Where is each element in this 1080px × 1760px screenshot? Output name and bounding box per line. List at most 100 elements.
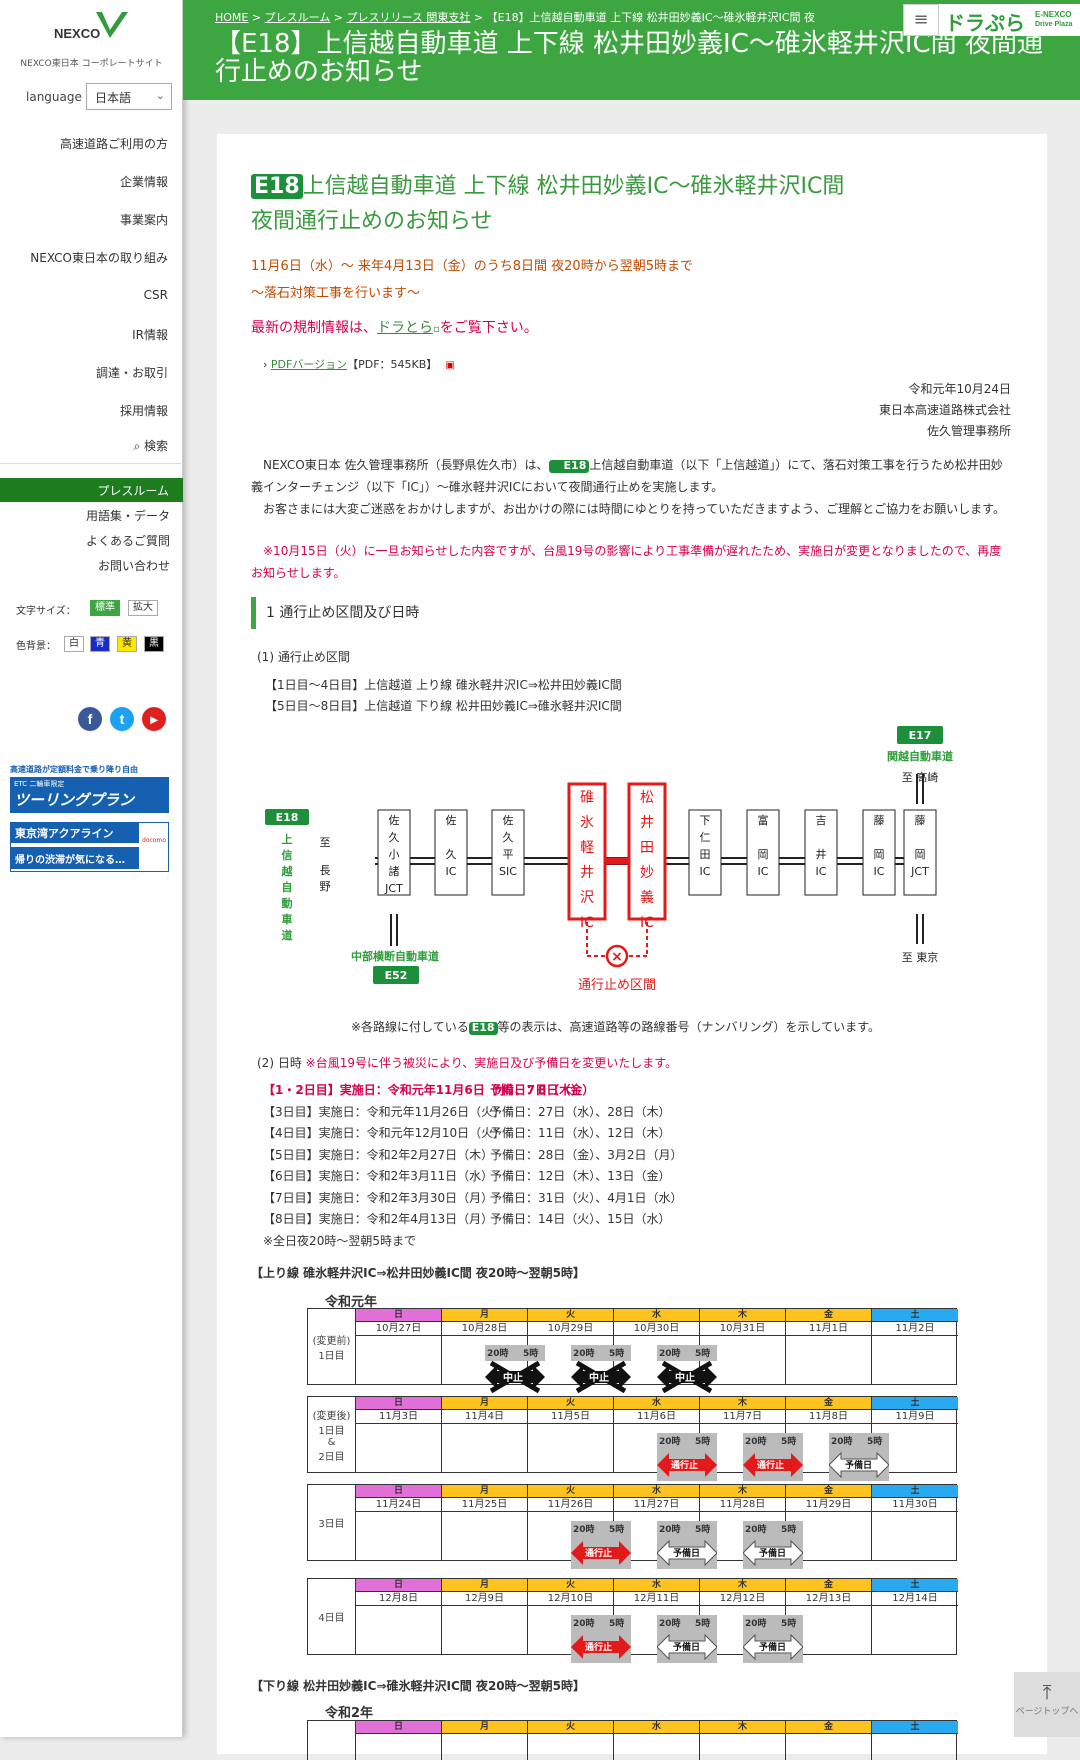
sidebar-nav-item[interactable]: IR情報 [132,326,168,343]
breadcrumb-home[interactable]: HOME [215,11,248,24]
search-icon: ⌕ [133,439,144,453]
pdf-link[interactable]: PDFバージョン [271,358,347,371]
bg-blue-button[interactable]: 青 [90,636,110,652]
schedule-change-note: ※台風19号に伴う被災により、実施日及び予備日を変更いたします。 [305,1056,678,1070]
cancel-label: 中止 [675,1373,695,1384]
pdf-line: › PDFバージョン【PDF：545KB】 ▣ [263,356,455,372]
latest-info-text: 最新の規制情報は、 [251,320,377,336]
nav-pressroom[interactable]: プレスルーム [0,478,183,502]
weekday-header: 金 [786,1485,871,1498]
route-badge: E18 [251,174,303,200]
font-size-large-button[interactable]: 拡大 [128,600,158,616]
weekday-header: 日 [356,1485,441,1498]
weekday-header: 木 [700,1579,785,1592]
page-title: 【E18】上信越自動車道 上下線 松井田妙義IC～碓氷軽井沢IC間 夜間通行止め… [215,29,1043,87]
map-note: ※各路線に付している E18 等の表示は、高速道路等の路線番号（ナンバリング）を示し… [351,1018,880,1035]
date-range: 11月6日（水）～ 来年4月13日（金）のうち8日間 夜20時から翌朝5時まで [251,259,693,274]
sidebar-nav-item[interactable]: 高速道路ご利用の方 [60,135,168,152]
breadcrumb-press-kanto[interactable]: プレスリリース 関東支社 [346,11,470,24]
ic-label: 下 [700,814,711,827]
article-title-line2: 夜間通行止めのお知らせ [251,209,493,234]
time-start: 20時 [659,1619,681,1629]
sidebar-nav-item[interactable]: 事業案内 [120,211,168,228]
calendar-day: 月 [442,1721,528,1760]
drapla-link[interactable]: ドラぷら E-NEXCO Drive Plaza [939,4,1080,36]
menu-icon[interactable]: ≡ [903,4,939,36]
weekday-header: 土 [872,1309,958,1322]
youtube-icon[interactable]: ▸ [142,707,166,731]
calendar-date: 11月4日 [442,1410,527,1424]
bg-white-button[interactable]: 白 [64,636,84,652]
subheading: ～落石対策工事を行います～ [251,286,421,301]
sidebar-nav-item[interactable]: NEXCO東日本の取り組み [30,249,168,266]
aqualine-banner[interactable]: 東京湾アクアライン 帰りの渋滞が気になる… docomo [10,822,169,872]
calendar-date: 11月3日 [356,1410,441,1424]
route-name-char: 越 [281,864,294,878]
bg-color-label: 色背景： [16,641,56,652]
ic-label: 井 [640,815,654,831]
calendar-date: 11月9日 [872,1410,958,1424]
banner-caption: 東京湾アクアライン [11,823,139,843]
time-start: 20時 [831,1437,853,1447]
calendar-date: 10月27日 [356,1322,441,1336]
breadcrumb-pressroom[interactable]: プレスルーム [265,11,331,24]
time-start: 20時 [659,1525,681,1535]
facebook-icon[interactable]: f [78,707,102,731]
ic-label: 軽 [580,840,594,856]
calendar-week: 3日目日 11月24日月 11月25日火 11月26日水 11月27日木 11月28日金 1… [307,1484,958,1569]
ic-label: 妙 [640,865,654,881]
intro-paragraph: NEXCO東日本 佐久管理事務所（長野県佐久市）は、 E18 上信越自動車道（以下「… [251,454,1011,498]
route-name-char: 自 [282,880,293,894]
route-badge: E17 [909,729,932,742]
weekday-header: 火 [528,1721,613,1734]
weekday-header: 木 [700,1721,785,1734]
calendar-day: 土 [872,1721,958,1760]
closure-mark: 20時 5時 通行止 [657,1433,717,1483]
schedule-spare: 予備日：11日（水）、12日（木） [490,1126,671,1140]
sidebar-sub-item[interactable]: 用語集・データ [86,507,170,524]
sidebar-sub-item[interactable]: お問い合わせ [98,557,170,574]
calendar-date: 11月28日 [700,1498,785,1512]
route-badge: E52 [385,969,408,982]
weekday-header: 水 [614,1721,699,1734]
up-line-section: 【1日目～4日目】上信越道 上り線 碓氷軽井沢IC⇒松井田妙義IC間 [265,678,622,692]
subsection-closure-section: (1) 通行止め区間 [257,650,350,664]
down-block-title: 【下り線 松井田妙義IC⇒碓氷軽井沢IC間 夜20時～翌朝5時】 [251,1679,586,1693]
route-name-char: 信 [282,848,293,862]
spare-day-mark: 20時 5時 予備日 [743,1521,803,1571]
corporate-site-label: NEXCO東日本 コーポレートサイト [20,59,163,69]
sidebar-nav-item[interactable]: 調達・お取引 [96,364,168,381]
time-end: 5時 [695,1349,711,1359]
search-link[interactable]: ⌕ 検索 [133,437,168,454]
mark-label: 予備日 [759,1643,787,1653]
cancel-label: 中止 [589,1373,609,1384]
sidebar-sub-item[interactable]: よくあるご質問 [86,532,170,549]
schedule-spare: 予備日：8日（金） [490,1083,595,1097]
language-select[interactable]: 日本語 ⌄ [86,83,172,110]
chevron-right-icon: › [263,358,271,371]
twitter-icon[interactable]: t [110,707,134,731]
route-map: 佐久小諸JCT佐久IC佐久平SIC碓氷軽井沢IC松井田妙義IC下仁田IC富岡IC… [265,726,953,993]
sidebar-nav-item[interactable]: 企業情報 [120,173,168,190]
schedule-spare: 予備日：27日（水）、28日（木） [490,1104,671,1119]
route-name-char: 上 [282,832,293,846]
sidebar-nav-item[interactable]: CSR [144,288,168,302]
chevron-down-icon: ⌄ [155,89,165,102]
calendar-row-label: (変更前) 1日目 [308,1309,356,1384]
route-name: 中部横断自動車道 [351,949,439,963]
weekday-header: 木 [700,1397,785,1410]
sidebar-nav-item[interactable]: 採用情報 [120,402,168,419]
weekday-header: 日 [356,1579,441,1592]
time-end: 5時 [609,1619,625,1629]
touring-plan-banner[interactable]: 高速道路が定額料金で乗り降り自由 ETC 二輪車限定 ツーリングプラン [10,764,169,814]
ic-label: 小 [389,848,400,861]
docomo-logo: docomo [142,837,166,844]
dratora-link[interactable]: ドラとら [377,320,433,336]
weekday-header: 土 [872,1579,958,1592]
route-badge: E18 [548,459,590,473]
ic-label: IC [758,865,769,878]
bg-black-button[interactable]: 黒 [144,636,164,652]
page-top-button[interactable]: ⤒ ページトップへ [1014,1672,1080,1737]
font-size-normal-button[interactable]: 標準 [90,600,120,616]
bg-yellow-button[interactable]: 黄 [117,636,137,652]
